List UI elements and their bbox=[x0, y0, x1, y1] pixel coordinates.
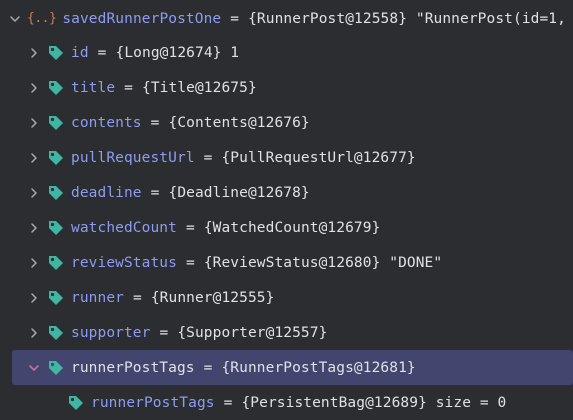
chevron-right-icon[interactable] bbox=[28, 117, 40, 129]
debugger-variables-tree: {..} savedRunnerPostOne = {RunnerPost@12… bbox=[0, 0, 573, 420]
chevron-right-icon[interactable] bbox=[28, 257, 40, 269]
chevron-right-icon[interactable] bbox=[28, 47, 40, 59]
equals-sign: = bbox=[159, 324, 169, 341]
equals-sign: = bbox=[185, 219, 195, 236]
field-tag-icon bbox=[48, 45, 64, 61]
object-braces-icon: {..} bbox=[27, 11, 57, 26]
field-name: supporter bbox=[71, 324, 151, 341]
field-tag-icon bbox=[48, 115, 64, 131]
field-value: {Deadline@12678} bbox=[168, 184, 310, 201]
field-name: deadline bbox=[71, 184, 142, 201]
field-name: watchedCount bbox=[71, 219, 177, 236]
field-value: {Contents@12676} bbox=[168, 114, 310, 131]
variable-name: savedRunnerPostOne bbox=[62, 10, 222, 27]
field-tag-icon bbox=[48, 185, 64, 201]
tree-row-watchedcount[interactable]: watchedCount = {WatchedCount@12679} bbox=[0, 210, 573, 245]
tree-row-deadline[interactable]: deadline = {Deadline@12678} bbox=[0, 175, 573, 210]
tree-row-root[interactable]: {..} savedRunnerPostOne = {RunnerPost@12… bbox=[0, 1, 573, 36]
field-name: contents bbox=[71, 114, 142, 131]
tree-row-contents[interactable]: contents = {Contents@12676} bbox=[0, 105, 573, 140]
field-value: {ReviewStatus@12680} "DONE" bbox=[203, 254, 443, 271]
field-name: runnerPostTags bbox=[71, 359, 195, 376]
equals-sign: = bbox=[203, 359, 213, 376]
field-name: runnerPostTags bbox=[91, 394, 215, 411]
field-tag-icon bbox=[48, 255, 64, 271]
tree-row-runnerposttags-child[interactable]: runnerPostTags = {PersistentBag@12689} s… bbox=[0, 385, 573, 420]
equals-sign: = bbox=[150, 114, 160, 131]
field-tag-icon bbox=[48, 360, 64, 376]
field-value: {Long@12674} 1 bbox=[115, 44, 240, 61]
chevron-right-icon[interactable] bbox=[28, 222, 40, 234]
chevron-right-icon[interactable] bbox=[28, 327, 40, 339]
field-name: runner bbox=[71, 289, 124, 306]
equals-sign: = bbox=[185, 254, 195, 271]
equals-sign: = bbox=[97, 44, 107, 61]
equals-sign: = bbox=[150, 184, 160, 201]
tree-row-supporter[interactable]: supporter = {Supporter@12557} bbox=[0, 315, 573, 350]
field-tag-icon bbox=[48, 325, 64, 341]
chevron-right-icon[interactable] bbox=[28, 82, 40, 94]
field-value: {PullRequestUrl@12677} bbox=[221, 149, 416, 166]
variable-value: {RunnerPost@12558} "RunnerPost(id=1, bbox=[248, 10, 566, 27]
field-value: {Supporter@12557} bbox=[177, 324, 328, 341]
equals-sign: = bbox=[230, 10, 240, 27]
field-value: {Title@12675} bbox=[142, 79, 257, 96]
equals-sign: = bbox=[203, 149, 213, 166]
field-tag-icon bbox=[48, 150, 64, 166]
equals-sign: = bbox=[124, 79, 133, 96]
field-tag-icon bbox=[48, 220, 64, 236]
chevron-right-icon[interactable] bbox=[28, 187, 40, 199]
field-name: title bbox=[71, 79, 116, 96]
field-value: {PersistentBag@12689} size = 0 bbox=[241, 394, 507, 411]
chevron-right-icon[interactable] bbox=[28, 152, 40, 164]
field-value: {RunnerPostTags@12681} bbox=[221, 359, 416, 376]
field-tag-icon bbox=[68, 395, 84, 411]
chevron-down-icon[interactable] bbox=[9, 13, 21, 25]
tree-row-runner[interactable]: runner = {Runner@12555} bbox=[0, 280, 573, 315]
chevron-right-icon[interactable] bbox=[28, 292, 40, 304]
field-name: pullRequestUrl bbox=[71, 149, 195, 166]
field-name: id bbox=[71, 44, 89, 61]
tree-row-pullrequesturl[interactable]: pullRequestUrl = {PullRequestUrl@12677} bbox=[0, 140, 573, 175]
tree-row-title[interactable]: title = {Title@12675} bbox=[0, 70, 573, 105]
field-tag-icon bbox=[48, 80, 64, 96]
tree-row-reviewstatus[interactable]: reviewStatus = {ReviewStatus@12680} "DON… bbox=[0, 245, 573, 280]
equals-sign: = bbox=[132, 289, 142, 306]
field-tag-icon bbox=[48, 290, 64, 306]
equals-sign: = bbox=[223, 394, 233, 411]
tree-row-runnerposttags-selected[interactable]: runnerPostTags = {RunnerPostTags@12681} bbox=[12, 350, 573, 385]
tree-row-id[interactable]: id = {Long@12674} 1 bbox=[0, 35, 573, 70]
field-value: {WatchedCount@12679} bbox=[203, 219, 381, 236]
field-name: reviewStatus bbox=[71, 254, 177, 271]
field-value: {Runner@12555} bbox=[150, 289, 275, 306]
chevron-down-icon[interactable] bbox=[28, 362, 40, 374]
